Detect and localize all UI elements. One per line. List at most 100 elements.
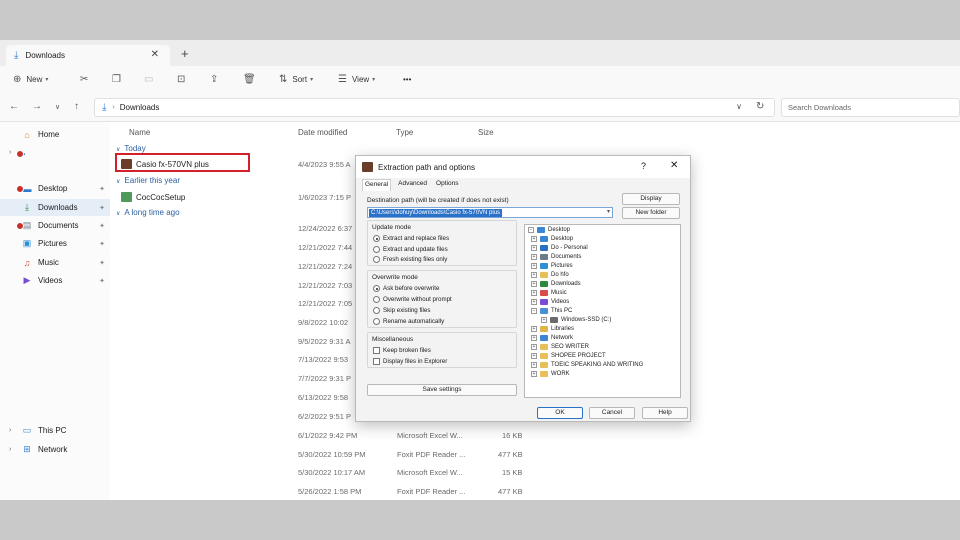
table-row[interactable]: 6/1/2022 9:42 PM Microsoft Excel W... 16… <box>112 427 532 445</box>
cut-button[interactable]: ✂ <box>80 72 88 86</box>
refresh-icon[interactable]: ↻ <box>756 101 764 112</box>
expand-icon[interactable]: + <box>531 353 537 359</box>
view-button[interactable]: ☰ View ▾ <box>338 72 375 86</box>
tree-item[interactable]: − Desktop <box>528 227 570 233</box>
tab-general[interactable]: General <box>362 179 392 191</box>
display-button[interactable]: Display <box>622 193 680 205</box>
sidebar-item-music[interactable]: ♫ Music ✦ <box>0 254 110 271</box>
rename-button[interactable]: ⊡ <box>177 72 185 86</box>
group-header-long-ago[interactable]: ∨ A long time ago <box>116 208 180 217</box>
sidebar-item-desktop[interactable]: ▬ Desktop ✦ <box>0 180 110 197</box>
expand-icon[interactable]: + <box>531 281 537 287</box>
sidebar-item-network[interactable]: › ⊞ Network <box>0 441 110 458</box>
copy-button[interactable]: ❐ <box>112 72 121 86</box>
tree-item[interactable]: + Windows-SSD (C:) <box>541 317 611 323</box>
sidebar-item-pictures[interactable]: ▣ Pictures ✦ <box>0 235 110 252</box>
address-dropdown-icon[interactable]: ∨ <box>736 102 742 111</box>
tree-item[interactable]: + Network <box>531 335 573 341</box>
sidebar-item-downloads[interactable]: ⤓ Downloads ✦ <box>0 199 110 216</box>
expand-icon[interactable]: + <box>531 254 537 260</box>
save-settings-button[interactable]: Save settings <box>367 384 517 396</box>
search-input[interactable]: Search Downloads <box>781 98 960 117</box>
tree-item[interactable]: + Downloads <box>531 281 581 287</box>
column-header-size[interactable]: Size <box>478 128 494 137</box>
tree-item[interactable]: + Pictures <box>531 263 573 269</box>
pin-icon[interactable]: ✦ <box>99 277 105 285</box>
sidebar-item-onedrive[interactable]: › ☁ <box>0 144 110 161</box>
group-header-earlier[interactable]: ∨ Earlier this year <box>116 176 180 185</box>
pin-icon[interactable]: ✦ <box>99 259 105 267</box>
radio-extract-update[interactable]: Extract and update files <box>373 246 448 253</box>
radio-overwrite-without[interactable]: Overwrite without prompt <box>373 296 452 303</box>
tree-item[interactable]: − This PC <box>531 308 572 314</box>
collapse-icon[interactable]: − <box>531 308 537 314</box>
radio-fresh-existing[interactable]: Fresh existing files only <box>373 256 447 263</box>
table-row[interactable]: 5/30/2022 10:59 PM Foxit PDF Reader ... … <box>112 446 532 464</box>
breadcrumb-downloads[interactable]: Downloads <box>120 103 160 112</box>
column-header-date[interactable]: Date modified <box>298 128 347 137</box>
expand-icon[interactable]: + <box>531 362 537 368</box>
expand-icon[interactable]: + <box>531 263 537 269</box>
tab-options[interactable]: Options <box>434 179 460 191</box>
expand-icon[interactable]: + <box>541 317 547 323</box>
expand-icon[interactable]: + <box>531 299 537 305</box>
checkbox-keep-broken[interactable]: Keep broken files <box>373 347 431 354</box>
column-header-type[interactable]: Type <box>396 128 413 137</box>
radio-extract-replace[interactable]: Extract and replace files <box>373 235 449 242</box>
help-question-button[interactable]: ? <box>641 161 646 171</box>
delete-button[interactable]: 🗑 <box>243 72 256 86</box>
ok-button[interactable]: OK <box>537 407 583 419</box>
new-button[interactable]: ⊕ New ▾ <box>13 72 48 86</box>
tree-item[interactable]: + Documents <box>531 254 581 260</box>
tree-item[interactable]: + Do - Personal <box>531 245 588 251</box>
expand-icon[interactable]: + <box>531 290 537 296</box>
table-row[interactable]: 5/26/2022 1:58 PM Foxit PDF Reader ... 4… <box>112 483 532 501</box>
up-arrow-icon[interactable]: ↑ <box>74 101 79 112</box>
tree-item[interactable]: + SEO WRITER <box>531 344 589 350</box>
share-button[interactable]: ⇪ <box>210 72 218 86</box>
back-arrow-icon[interactable]: ← <box>9 101 19 112</box>
expand-icon[interactable]: + <box>531 245 537 251</box>
sidebar-item-this-pc[interactable]: › ▭ This PC <box>0 422 110 439</box>
new-tab-button[interactable]: + <box>181 46 189 61</box>
collapse-icon[interactable]: − <box>528 227 534 233</box>
tree-item[interactable]: + Videos <box>531 299 569 305</box>
column-header-name[interactable]: Name <box>129 128 150 137</box>
close-tab-icon[interactable]: ✕ <box>151 49 159 60</box>
radio-rename-auto[interactable]: Rename automatically <box>373 318 444 325</box>
expand-icon[interactable]: + <box>531 236 537 242</box>
cancel-button[interactable]: Cancel <box>589 407 635 419</box>
sort-button[interactable]: ⇅ Sort ▾ <box>279 72 313 86</box>
sidebar-item-videos[interactable]: ▶ Videos ✦ <box>0 272 110 289</box>
group-header-today[interactable]: ∨ Today <box>116 144 146 153</box>
tab-advanced[interactable]: Advanced <box>396 179 429 191</box>
radio-skip-existing[interactable]: Skip existing files <box>373 307 430 314</box>
checkbox-display-explorer[interactable]: Display files in Explorer <box>373 358 447 365</box>
table-row[interactable]: 5/30/2022 10:17 AM Microsoft Excel W... … <box>112 464 532 482</box>
paste-button[interactable]: ▭ <box>144 72 153 86</box>
new-folder-button[interactable]: New folder <box>622 207 680 219</box>
help-button[interactable]: Help <box>642 407 688 419</box>
pin-icon[interactable]: ✦ <box>99 204 105 212</box>
expand-icon[interactable]: + <box>531 344 537 350</box>
pin-icon[interactable]: ✦ <box>99 222 105 230</box>
sidebar-item-documents[interactable]: ▤ Documents ✦ <box>0 217 110 234</box>
destination-path-input[interactable]: C:\Users\dohuy\Downloads\Casio fx-570VN … <box>367 207 613 218</box>
file-row-coccoc[interactable]: CocCocSetup <box>121 192 185 202</box>
tree-item[interactable]: + Desktop <box>531 236 573 242</box>
tree-item[interactable]: + Libraries <box>531 326 574 332</box>
forward-arrow-icon[interactable]: → <box>32 101 42 112</box>
pin-icon[interactable]: ✦ <box>99 240 105 248</box>
tree-item[interactable]: + Music <box>531 290 567 296</box>
folder-tree[interactable]: − Desktop + Desktop + Do - Personal + Docume… <box>524 224 681 398</box>
radio-ask-before[interactable]: Ask before overwrite <box>373 285 439 292</box>
path-dropdown-icon[interactable]: ▾ <box>607 208 610 215</box>
tab-downloads[interactable]: ⤓ Downloads ✕ <box>6 45 170 66</box>
expand-icon[interactable]: + <box>531 272 537 278</box>
dialog-close-button[interactable]: ✕ <box>670 160 678 171</box>
tree-item[interactable]: + TOEIC SPEAKING AND WRITING <box>531 362 643 368</box>
recent-chevron-icon[interactable]: ∨ <box>55 103 60 111</box>
expand-icon[interactable]: + <box>531 371 537 377</box>
tree-item[interactable]: + Do hfo <box>531 272 569 278</box>
address-bar[interactable]: ⤓ › Downloads ∨ <box>94 98 775 117</box>
